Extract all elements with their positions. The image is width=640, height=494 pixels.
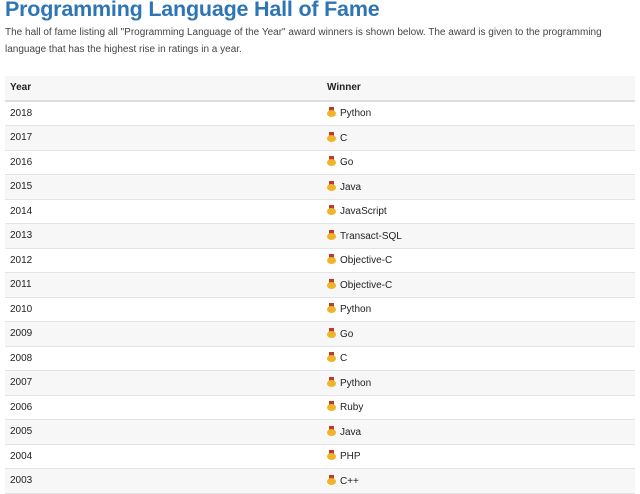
winner-name: Java — [340, 181, 362, 193]
winner-name: JavaScript — [340, 206, 387, 218]
header-year: Year — [5, 76, 322, 102]
hall-of-fame-table: Year Winner 2018 Python 2017 C 2016 Go 2015 Jav… — [5, 76, 635, 494]
table-row: 2014 JavaScript — [5, 199, 635, 224]
year-cell: 2015 — [5, 174, 322, 200]
table-row: 2012 Objective-C — [5, 248, 635, 273]
winner-cell: Go — [322, 150, 635, 175]
table-row: 2008 C — [5, 346, 635, 371]
medal-icon — [327, 156, 336, 167]
medal-icon — [327, 401, 336, 412]
winner-cell: C — [322, 346, 635, 371]
table-row: 2015 Java — [5, 174, 635, 200]
year-cell: 2009 — [5, 321, 322, 347]
year-cell: 2016 — [5, 150, 322, 175]
table-header-row: Year Winner — [5, 76, 635, 102]
winner-name: PHP — [340, 451, 361, 463]
winner-cell: Go — [322, 321, 635, 347]
table-row: 2011 Objective-C — [5, 272, 635, 298]
year-cell: 2004 — [5, 444, 322, 469]
medal-icon — [327, 474, 336, 485]
winner-cell: Ruby — [322, 395, 635, 420]
medal-icon — [327, 450, 336, 461]
table-row: 2006 Ruby — [5, 395, 635, 420]
winner-name: Objective-C — [340, 255, 393, 267]
winner-cell: Python — [322, 100, 635, 126]
header-winner: Winner — [322, 76, 635, 102]
year-cell: 2003 — [5, 468, 322, 494]
table-row: 2017 C — [5, 125, 635, 151]
winner-cell: PHP — [322, 444, 635, 469]
table-row: 2013 Transact-SQL — [5, 223, 635, 249]
winner-cell: Objective-C — [322, 248, 635, 273]
winner-name: Python — [340, 108, 372, 120]
medal-icon — [327, 107, 336, 118]
year-cell: 2008 — [5, 346, 322, 371]
year-cell: 2013 — [5, 223, 322, 249]
winner-name: Python — [340, 377, 372, 389]
table-row: 2009 Go — [5, 321, 635, 347]
medal-icon — [327, 278, 336, 289]
medal-icon — [327, 425, 336, 436]
winner-name: C — [340, 132, 348, 144]
winner-name: Python — [340, 304, 372, 316]
page-description: The hall of fame listing all "Programmin… — [5, 27, 602, 55]
table-row: 2018 Python — [5, 100, 635, 126]
medal-icon — [327, 303, 336, 314]
year-cell: 2010 — [5, 297, 322, 322]
winner-name: Java — [340, 426, 362, 438]
winner-cell: Java — [322, 419, 635, 445]
winner-name: Go — [340, 157, 354, 169]
winner-cell: C — [322, 125, 635, 151]
winner-cell: Objective-C — [322, 272, 635, 298]
page-title: Programming Language Hall of Fame — [5, 0, 380, 21]
table-row: 2005 Java — [5, 419, 635, 445]
winner-cell: Python — [322, 370, 635, 396]
medal-icon — [327, 180, 336, 191]
winner-name: Ruby — [340, 402, 364, 414]
winner-cell: Transact-SQL — [322, 223, 635, 249]
winner-name: C — [340, 353, 348, 365]
winner-cell: C++ — [322, 468, 635, 494]
medal-icon — [327, 131, 336, 142]
year-cell: 2005 — [5, 419, 322, 445]
medal-icon — [327, 376, 336, 387]
winner-name: Go — [340, 328, 354, 340]
medal-icon — [327, 327, 336, 338]
winner-cell: Python — [322, 297, 635, 322]
year-cell: 2011 — [5, 272, 322, 298]
table-row: 2004 PHP — [5, 444, 635, 469]
medal-icon — [327, 205, 336, 216]
year-cell: 2006 — [5, 395, 322, 420]
medal-icon — [327, 254, 336, 265]
winner-name: Objective-C — [340, 279, 393, 291]
medal-icon — [327, 352, 336, 363]
table-row: 2016 Go — [5, 150, 635, 175]
winner-cell: Java — [322, 174, 635, 200]
table-row: 2003 C++ — [5, 468, 635, 494]
year-cell: 2014 — [5, 199, 322, 224]
winner-name: C++ — [340, 475, 359, 487]
medal-icon — [327, 229, 336, 240]
winner-name: Transact-SQL — [340, 230, 402, 242]
year-cell: 2018 — [5, 100, 322, 126]
year-cell: 2007 — [5, 370, 322, 396]
year-cell: 2017 — [5, 125, 322, 151]
year-cell: 2012 — [5, 248, 322, 273]
table-row: 2007 Python — [5, 370, 635, 396]
table-row: 2010 Python — [5, 297, 635, 322]
winner-cell: JavaScript — [322, 199, 635, 224]
